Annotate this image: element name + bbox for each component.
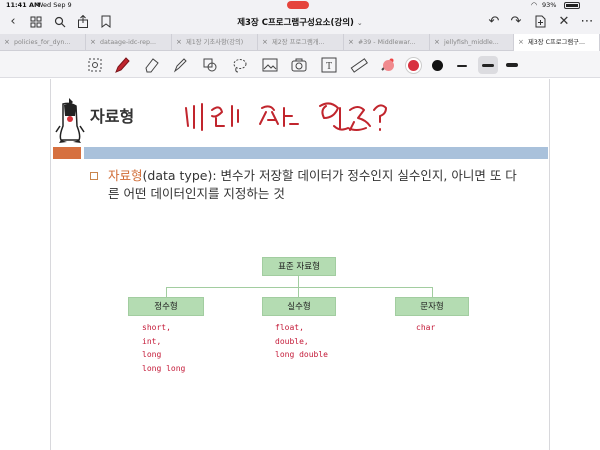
share-icon[interactable]	[75, 14, 91, 30]
tab-4[interactable]: × 제2장 프로그램개...	[258, 34, 344, 51]
stroke-thin[interactable]	[457, 65, 467, 67]
stroke-medium[interactable]	[482, 64, 494, 67]
connector-line	[166, 287, 432, 288]
type-item: long long	[142, 363, 186, 373]
page-edge	[50, 79, 51, 450]
close-icon: ×	[90, 38, 96, 46]
connector-line	[298, 287, 299, 297]
slide-heading: 자료형	[90, 107, 135, 126]
type-item: double,	[275, 336, 309, 346]
document-title[interactable]: 제3장 C프로그램구성요소(강의) ⌄	[200, 16, 400, 28]
battery-icon	[564, 1, 580, 9]
definition-text: (data type): 변수가 저장할 데이터가 정수인지 실수인지, 아니면…	[108, 168, 517, 201]
eraser-icon[interactable]	[143, 56, 161, 74]
grid-view-icon[interactable]	[28, 14, 44, 30]
close-icon: ×	[262, 38, 268, 46]
text-tool-icon[interactable]: T	[320, 56, 338, 74]
wifi-icon: ◠	[531, 1, 538, 9]
highlighter-icon[interactable]	[171, 56, 189, 74]
close-icon: ×	[434, 38, 440, 46]
tab-2[interactable]: × dataage-idc-rep...	[86, 34, 172, 51]
title-underline-bar	[84, 147, 548, 159]
diagram-node-integer: 정수형	[128, 297, 204, 316]
float-types-list: float, double, long double	[275, 321, 328, 362]
back-icon[interactable]: ‹	[5, 14, 21, 30]
diagram-root: 표준 자료형	[262, 257, 336, 276]
search-icon[interactable]	[52, 14, 68, 30]
integer-types-list: short, int, long long long	[142, 321, 185, 375]
redo-icon[interactable]: ↷	[508, 14, 524, 30]
tab-1[interactable]: × policies_for_dyn...	[0, 34, 86, 51]
close-icon[interactable]: ✕	[556, 14, 572, 30]
close-icon: ×	[348, 38, 354, 46]
connector-line	[432, 287, 433, 297]
tab-3[interactable]: × 제1장 기초사항(강의)	[172, 34, 258, 51]
lasso-zoom-icon[interactable]	[86, 56, 104, 74]
tab-bar: × policies_for_dyn... × dataage-idc-rep...…	[0, 34, 600, 52]
close-icon: ×	[4, 38, 10, 46]
mascot-image	[55, 98, 85, 143]
diagram-node-float: 실수형	[262, 297, 336, 316]
annotation-toolbar: T	[0, 51, 600, 78]
battery-percent: 93%	[542, 1, 557, 9]
handwritten-annotation	[185, 102, 387, 131]
type-item: int,	[142, 336, 162, 346]
screen-recording-indicator	[287, 1, 309, 9]
char-types-list: char	[416, 321, 435, 335]
bullet-icon	[90, 172, 98, 180]
connector-line	[166, 287, 167, 297]
title-toolbar: ‹ 제3장 C프로그램구성요소(강의) ⌄ ↶ ↷ ✕ ⋯	[0, 10, 600, 34]
color-swatch-pink[interactable]	[383, 60, 394, 71]
status-date: Wed Sep 9	[37, 1, 72, 9]
undo-icon[interactable]: ↶	[486, 14, 502, 30]
page-edge	[549, 79, 550, 450]
chevron-down-icon: ⌄	[356, 19, 363, 27]
lasso-icon[interactable]	[231, 56, 249, 74]
definition-paragraph: 자료형(data type): 변수가 저장할 데이터가 정수인지 실수인지, …	[108, 167, 528, 203]
type-item: long double	[275, 350, 328, 359]
status-time: 11:41 AM	[6, 1, 41, 9]
connector-line	[298, 276, 299, 287]
diagram-node-char: 문자형	[395, 297, 469, 316]
pen-icon[interactable]	[113, 56, 131, 74]
tab-5[interactable]: × #39 - Middlewar...	[344, 34, 430, 51]
accent-bar	[53, 147, 81, 159]
type-item: char	[416, 323, 436, 332]
type-item: short,	[142, 323, 171, 332]
bookmark-icon[interactable]	[98, 14, 114, 30]
term-highlight: 자료형	[108, 168, 143, 183]
color-swatch-red[interactable]	[408, 60, 419, 71]
add-page-icon[interactable]	[532, 14, 548, 30]
type-item: float,	[275, 323, 304, 332]
shape-tool-icon[interactable]	[201, 56, 219, 74]
more-icon[interactable]: ⋯	[579, 14, 595, 30]
tab-active[interactable]: × 제3장 C프로그램구...	[514, 34, 600, 52]
stroke-thick[interactable]	[506, 63, 518, 67]
svg-text:T: T	[326, 61, 332, 72]
ruler-icon[interactable]	[350, 56, 368, 74]
camera-icon[interactable]	[290, 56, 308, 74]
status-bar: 11:41 AM Wed Sep 9 ◠ 93%	[0, 0, 600, 10]
color-swatch-black[interactable]	[432, 60, 443, 71]
tab-6[interactable]: × jellyfish_middle...	[430, 34, 514, 51]
type-item: long	[142, 350, 162, 359]
image-icon[interactable]	[261, 56, 279, 74]
close-icon: ×	[518, 38, 524, 46]
close-icon: ×	[176, 38, 182, 46]
